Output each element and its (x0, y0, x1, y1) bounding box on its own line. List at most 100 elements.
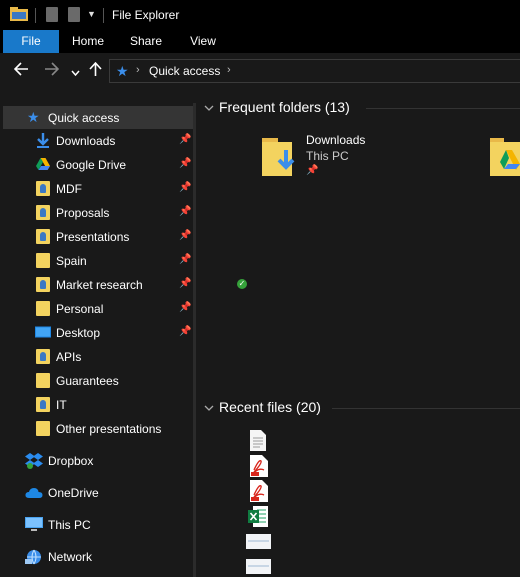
star-icon: ★ (27, 109, 40, 125)
navigation-pane: ★ Quick access Downloads 📌 Google Drive … (0, 89, 196, 577)
text-document-icon[interactable] (250, 430, 266, 451)
sidebar-item-quick-access[interactable]: ★ Quick access (3, 106, 193, 129)
image-file-icon[interactable] (246, 559, 271, 574)
arrow-left-icon[interactable] (13, 62, 29, 80)
new-folder-icon[interactable] (68, 7, 80, 22)
sidebar-item-spain[interactable]: Spain 📌 (3, 249, 193, 272)
pin-icon[interactable]: 📌 (179, 158, 191, 169)
sidebar-item-other-presentations[interactable]: Other presentations (3, 417, 193, 440)
frequent-folder-name[interactable]: Downloads (306, 133, 365, 147)
sidebar-item-guarantees[interactable]: Guarantees (3, 369, 193, 392)
network-icon (25, 549, 41, 565)
folder-icon (36, 373, 50, 388)
frequent-folder-downloads[interactable] (260, 132, 300, 178)
sidebar-item-onedrive[interactable]: OneDrive (3, 481, 193, 504)
navigation-bar: ★ › Quick access › (0, 53, 520, 89)
sidebar-item-apis[interactable]: APIs (3, 345, 193, 368)
frequent-folder-google-drive[interactable] (488, 132, 520, 178)
tab-file[interactable]: File (3, 30, 59, 53)
sidebar-item-it[interactable]: IT (3, 393, 193, 416)
user-folder-icon (36, 397, 50, 412)
content-pane: Frequent folders (13) Downloads This PC … (196, 89, 520, 577)
download-arrow-icon (37, 133, 49, 148)
google-drive-folder-icon (490, 138, 520, 176)
sidebar-item-label: This PC (48, 518, 91, 532)
group-header-frequent-folders[interactable]: Frequent folders (13) (204, 99, 350, 115)
sidebar-item-personal[interactable]: Personal 📌 (3, 297, 193, 320)
sidebar-item-dropbox[interactable]: Dropbox (3, 449, 193, 472)
sidebar-item-label: MDF (56, 182, 82, 196)
chevron-down-icon[interactable] (204, 103, 219, 115)
tab-view[interactable]: View (180, 30, 226, 53)
sidebar-item-mdf[interactable]: MDF 📌 (3, 177, 193, 200)
frequent-folder-location: This PC (306, 149, 349, 163)
user-folder-icon (36, 277, 50, 292)
toolbar-separator (103, 8, 104, 23)
sidebar-item-label: Quick access (48, 111, 120, 125)
pin-icon: 📌 (306, 165, 319, 176)
folder-icon (36, 421, 50, 436)
sidebar-item-label: Presentations (56, 230, 130, 244)
excel-document-icon[interactable] (248, 506, 268, 527)
sidebar-item-downloads[interactable]: Downloads 📌 (3, 129, 193, 152)
arrow-right-icon[interactable] (44, 62, 60, 80)
tab-share[interactable]: Share (122, 30, 170, 53)
pin-icon[interactable]: 📌 (179, 302, 191, 313)
group-title: Recent files (20) (219, 399, 321, 415)
arrow-up-icon[interactable] (89, 61, 102, 81)
chevron-down-icon[interactable] (204, 403, 219, 415)
computer-icon (25, 517, 43, 531)
sidebar-item-this-pc[interactable]: This PC (3, 513, 193, 536)
sidebar-item-presentations[interactable]: Presentations 📌 (3, 225, 193, 248)
pdf-document-icon[interactable] (250, 480, 268, 502)
ribbon-tabs: File Home Share View (0, 30, 520, 53)
downloads-folder-icon (262, 138, 295, 176)
google-drive-icon (36, 158, 50, 170)
sidebar-item-label: APIs (56, 350, 82, 364)
sidebar-item-proposals[interactable]: Proposals 📌 (3, 201, 193, 224)
toolbar-separator (35, 8, 36, 23)
pin-icon[interactable]: 📌 (179, 326, 191, 337)
customize-toolbar-chevron-icon[interactable]: ▼ (87, 9, 96, 19)
folder-icon (36, 253, 50, 268)
sidebar-item-label: Personal (56, 302, 104, 316)
sidebar-item-label: Network (48, 550, 93, 564)
group-header-recent-files[interactable]: Recent files (20) (204, 399, 321, 415)
address-bar[interactable]: ★ › Quick access › (109, 59, 520, 83)
desktop-icon (35, 326, 51, 338)
sidebar-item-label: Google Drive (56, 158, 127, 172)
tab-home[interactable]: Home (64, 30, 112, 53)
chevron-down-icon[interactable] (71, 64, 80, 81)
sidebar-item-label: IT (56, 398, 67, 412)
sidebar-item-market-research[interactable]: Market research 📌 (3, 273, 193, 296)
window-title: File Explorer (112, 8, 180, 22)
pin-icon[interactable]: 📌 (179, 206, 191, 217)
chevron-right-icon[interactable]: › (136, 64, 140, 76)
pin-icon[interactable]: 📌 (179, 278, 191, 289)
folder-icon[interactable] (10, 7, 28, 21)
group-divider (332, 408, 520, 409)
sync-check-icon: ✓ (237, 279, 247, 289)
sidebar-item-desktop[interactable]: Desktop 📌 (3, 321, 193, 344)
sidebar-item-label: OneDrive (48, 486, 99, 500)
sidebar-item-label: Market research (56, 278, 143, 292)
chevron-right-icon[interactable]: › (227, 64, 231, 76)
sidebar-item-label: Dropbox (48, 454, 94, 468)
sidebar-item-label: Other presentations (56, 422, 162, 436)
sidebar-item-network[interactable]: Network (3, 545, 193, 568)
pin-icon[interactable]: 📌 (179, 230, 191, 241)
properties-icon[interactable] (46, 7, 58, 22)
user-folder-icon (36, 181, 50, 196)
title-bar: ▼ File Explorer (0, 0, 520, 30)
image-file-icon[interactable] (246, 534, 271, 549)
pin-icon[interactable]: 📌 (179, 182, 191, 193)
sidebar-item-label: Guarantees (56, 374, 119, 388)
pdf-document-icon[interactable] (250, 455, 268, 477)
user-folder-icon (36, 205, 50, 220)
sidebar-item-google-drive[interactable]: Google Drive 📌 (3, 153, 193, 176)
pin-icon[interactable]: 📌 (179, 254, 191, 265)
dropbox-icon (25, 453, 43, 469)
breadcrumb-quick-access[interactable]: Quick access (149, 64, 220, 78)
sidebar-item-label: Downloads (56, 134, 116, 148)
pin-icon[interactable]: 📌 (179, 134, 191, 145)
